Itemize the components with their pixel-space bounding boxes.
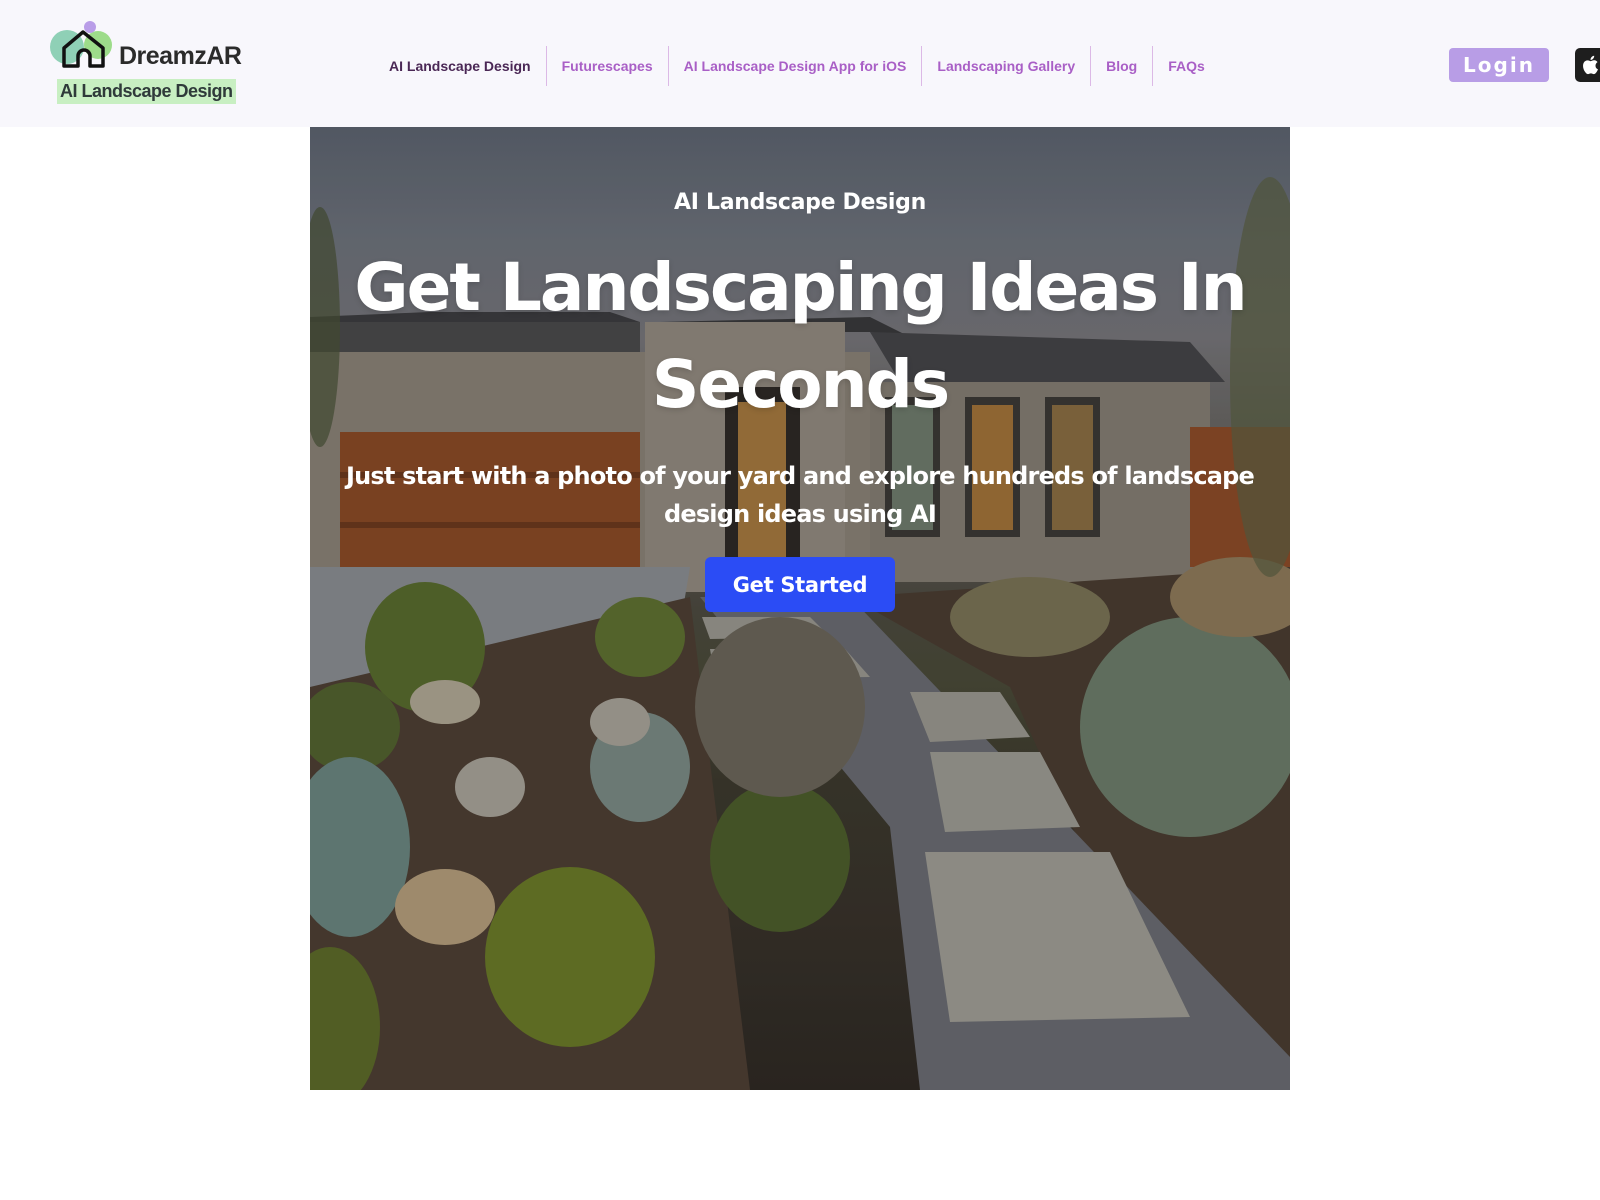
nav-faqs[interactable]: FAQs (1153, 46, 1220, 86)
get-started-button[interactable]: Get Started (705, 557, 895, 612)
brand-name: DreamzAR (119, 42, 242, 70)
house-logo-icon (50, 21, 112, 68)
nav-blog[interactable]: Blog (1091, 46, 1152, 86)
nav-ai-landscape-design[interactable]: AI Landscape Design (374, 46, 546, 86)
hero-title: Get Landscaping Ideas In Seconds (354, 249, 1247, 423)
nav-ios-app[interactable]: AI Landscape Design App for iOS (669, 46, 922, 86)
brand-tagline: AI Landscape Design (57, 79, 236, 104)
apple-icon (1581, 54, 1599, 76)
site-header: DreamzAR AI Landscape Design AI Landscap… (0, 0, 1600, 127)
app-store-button[interactable] (1575, 48, 1600, 82)
main-nav: AI Landscape Design Futurescapes AI Land… (374, 46, 1220, 86)
hero-subtitle: Just start with a photo of your yard and… (345, 462, 1255, 528)
logo[interactable]: DreamzAR AI Landscape Design (50, 20, 250, 110)
nav-gallery[interactable]: Landscaping Gallery (922, 46, 1090, 86)
hero-eyebrow: AI Landscape Design (674, 190, 926, 215)
login-button[interactable]: Login (1449, 48, 1549, 82)
hero-section: AI Landscape Design Get Landscaping Idea… (310, 127, 1290, 1090)
nav-futurescapes[interactable]: Futurescapes (547, 46, 668, 86)
